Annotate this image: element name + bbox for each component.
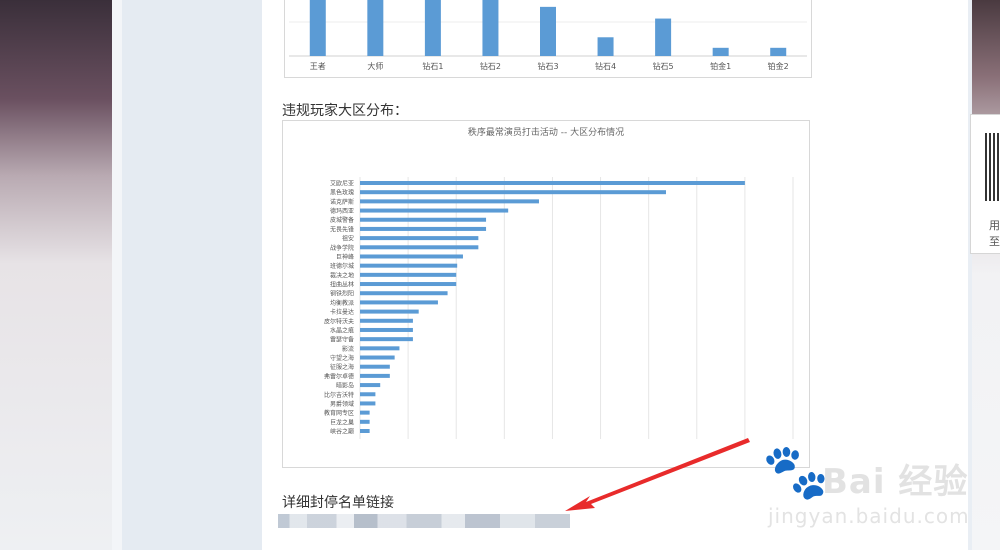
red-arrow-annotation xyxy=(565,438,750,511)
annotation-overlay xyxy=(565,438,750,511)
